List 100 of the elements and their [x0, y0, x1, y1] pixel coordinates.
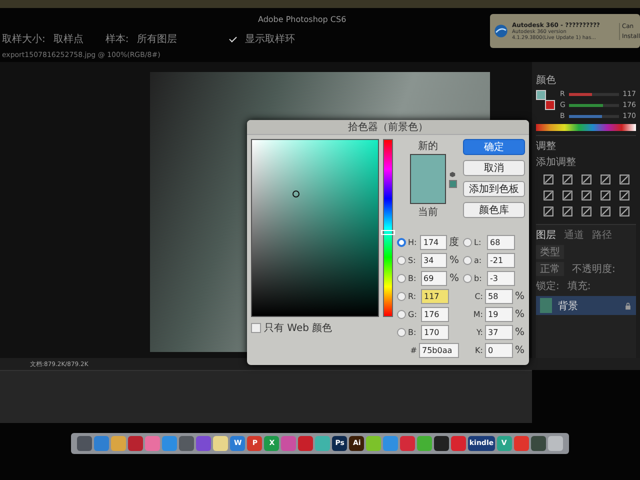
value-field[interactable]: 0	[485, 342, 513, 358]
cube-icon[interactable]	[448, 170, 456, 178]
current-label: 当前	[418, 206, 438, 219]
value-field[interactable]: 68	[487, 234, 515, 250]
panel-tab[interactable]: 路径	[592, 228, 612, 242]
radio-button[interactable]	[463, 256, 472, 264]
spectrum-bar[interactable]	[536, 124, 636, 131]
app-icon[interactable]	[179, 436, 194, 450]
field-label: S:	[408, 256, 417, 264]
sample-select[interactable]: 所有图层	[136, 32, 177, 46]
dialog-title: 拾色器（前景色）	[348, 120, 428, 134]
dialog-button[interactable]: 确定	[463, 139, 525, 155]
value-field[interactable]: 34	[420, 252, 448, 268]
web-only-checkbox[interactable]	[251, 323, 261, 333]
value-field[interactable]: 69	[420, 270, 448, 286]
field-label: Y:	[475, 328, 483, 336]
lock-label: 锁定:	[536, 280, 560, 293]
app-icon[interactable]	[77, 436, 92, 450]
adjustment-icon[interactable]	[600, 174, 610, 185]
field-label: L:	[474, 238, 482, 246]
value-field[interactable]: 174	[420, 234, 447, 250]
dialog-button[interactable]: 颜色库	[463, 202, 525, 218]
radio-button[interactable]	[397, 292, 406, 300]
websafe-swatch[interactable]	[448, 180, 456, 188]
layer-thumbnail	[540, 298, 552, 313]
adjustment-icon[interactable]	[542, 206, 554, 217]
field-label: B:	[408, 328, 418, 336]
radio-button[interactable]	[397, 310, 406, 318]
radio-button[interactable]	[463, 274, 472, 282]
app-icon[interactable]	[434, 436, 450, 450]
adjustment-icon[interactable]	[562, 206, 572, 217]
unit-label: %	[515, 290, 525, 302]
field-label: M:	[472, 310, 483, 318]
panel-subtitle: 添加调整	[536, 156, 577, 169]
unit-label: %	[515, 326, 525, 338]
unit-label: %	[515, 308, 525, 320]
option-label: 样本:	[105, 32, 129, 46]
value-field[interactable]: -21	[487, 252, 515, 268]
unit-label: %	[449, 272, 459, 284]
field-label: C:	[474, 292, 483, 300]
checkbox-label: 显示取样环	[244, 32, 295, 46]
unit-label: %	[449, 254, 459, 266]
blend-mode-select[interactable]: 正常	[536, 262, 564, 276]
field-label: G:	[408, 310, 418, 318]
value-field[interactable]: 37	[485, 324, 513, 340]
radio-button[interactable]	[397, 256, 406, 264]
value-field[interactable]: 19	[485, 306, 513, 322]
picker-marker[interactable]	[292, 190, 300, 198]
adjustment-icon[interactable]	[618, 174, 630, 185]
show-ring-checkbox[interactable]	[228, 35, 237, 43]
filter-select[interactable]: 类型	[536, 245, 564, 259]
value-field[interactable]: 58	[485, 288, 513, 304]
option-label: 取样大小:	[2, 32, 46, 46]
fill-label: 填充:	[567, 280, 591, 293]
new-color-swatch	[410, 155, 444, 179]
current-color-swatch[interactable]	[410, 179, 444, 203]
value-field[interactable]: 176	[421, 306, 449, 322]
opacity-label: 不透明度:	[572, 262, 616, 276]
panel-tab[interactable]: 颜色	[536, 75, 556, 86]
unit-label: %	[515, 344, 525, 356]
adjustment-icon[interactable]	[542, 174, 554, 185]
adjustment-icon[interactable]	[562, 190, 572, 201]
field-label: B:	[408, 274, 418, 282]
channel-slider[interactable]	[569, 104, 619, 106]
adjustment-icon[interactable]	[618, 206, 630, 217]
adjustment-icon[interactable]	[562, 174, 572, 185]
channel-slider[interactable]	[568, 114, 619, 118]
color-field[interactable]	[251, 139, 379, 317]
layer-row[interactable]: 背景	[536, 296, 636, 315]
adjustment-icon[interactable]	[600, 190, 610, 201]
field-label: b:	[474, 274, 483, 282]
hex-field[interactable]: 75b0aa	[419, 342, 459, 358]
panel-tab[interactable]: 调整	[536, 139, 636, 153]
value-field[interactable]: -3	[487, 270, 515, 286]
hue-slider[interactable]	[383, 139, 393, 317]
sphere-icon	[494, 24, 508, 38]
adjustment-icon[interactable]	[580, 190, 592, 201]
adjustment-icon[interactable]	[600, 206, 610, 217]
value-field[interactable]: 117	[421, 288, 449, 304]
adjustment-icon[interactable]	[580, 206, 592, 217]
foreground-swatch[interactable]	[536, 90, 546, 100]
checkbox-label: 只有 Web 颜色	[264, 322, 332, 335]
sample-size-select[interactable]: 取样点	[53, 32, 84, 46]
app-icon[interactable]	[530, 436, 546, 450]
panel-tab[interactable]: 图层	[536, 228, 556, 242]
value-field[interactable]: 170	[421, 324, 449, 340]
dialog-button[interactable]: 添加到色板	[463, 181, 525, 197]
adjustment-icon[interactable]	[542, 190, 554, 201]
radio-button[interactable]	[463, 238, 472, 246]
channel-slider[interactable]	[568, 92, 619, 96]
radio-button[interactable]	[397, 274, 406, 282]
adjustment-icon[interactable]	[618, 190, 630, 201]
dialog-button[interactable]: 取消	[463, 160, 525, 176]
field-label: #	[409, 346, 417, 354]
background-swatch[interactable]	[545, 100, 555, 110]
radio-button[interactable]	[397, 238, 406, 246]
slider-handle[interactable]	[381, 230, 395, 235]
adjustment-icon[interactable]	[580, 174, 592, 185]
panel-tab[interactable]: 通道	[564, 228, 584, 242]
radio-button[interactable]	[397, 328, 406, 336]
